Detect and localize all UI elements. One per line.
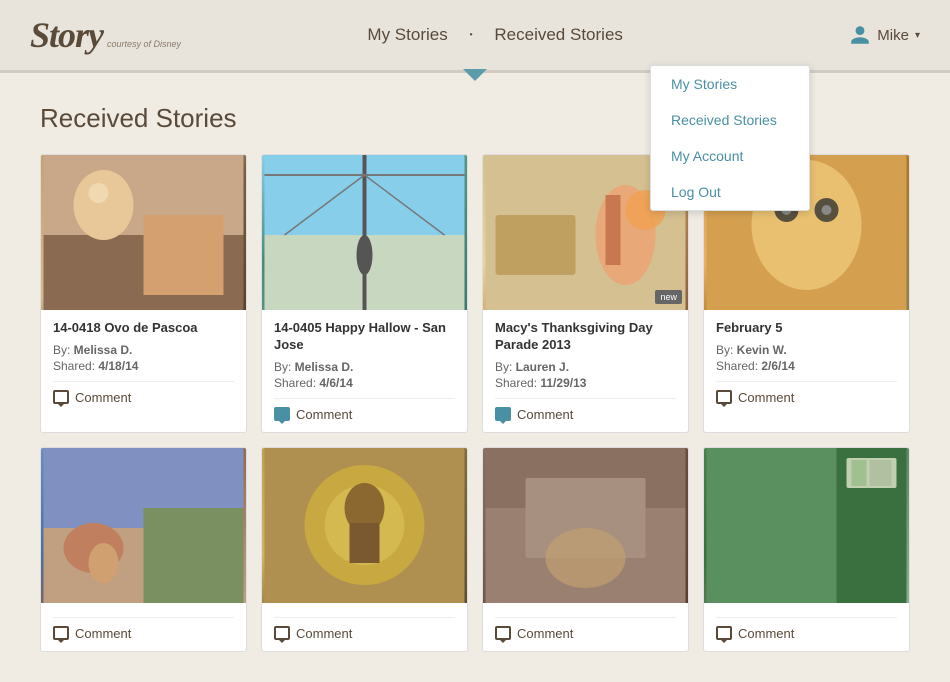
comment-icon xyxy=(274,626,290,640)
story-title: 14-0418 Ovo de Pascoa xyxy=(53,320,234,337)
user-icon xyxy=(849,24,871,46)
comment-icon xyxy=(53,626,69,640)
comment-button[interactable]: Comment xyxy=(716,617,897,641)
comment-button[interactable]: Comment xyxy=(274,617,455,641)
comment-label: Comment xyxy=(75,626,131,641)
user-dropdown-menu: My Stories Received Stories My Account L… xyxy=(650,65,810,211)
story-image-5 xyxy=(41,448,246,603)
dropdown-received-stories[interactable]: Received Stories xyxy=(651,102,809,138)
comment-button[interactable]: Comment xyxy=(495,617,676,641)
story-info-2: 14-0405 Happy Hallow - San Jose By: Melis… xyxy=(262,310,467,432)
nav-my-stories[interactable]: My Stories xyxy=(367,25,447,45)
comment-button[interactable]: Comment xyxy=(274,398,455,422)
story-info-4: February 5 By: Kevin W. Shared: 2/6/14 Comm… xyxy=(704,310,909,415)
story-image-1 xyxy=(41,155,246,310)
comment-label: Comment xyxy=(517,626,573,641)
story-image-8 xyxy=(704,448,909,603)
comment-button[interactable]: Comment xyxy=(53,381,234,405)
story-author: By: Melissa D. xyxy=(53,343,234,357)
story-shared-date: Shared: 2/6/14 xyxy=(716,359,897,373)
user-menu-button[interactable]: Mike ▾ xyxy=(849,24,920,46)
story-image-7 xyxy=(483,448,688,603)
comment-button[interactable]: Comment xyxy=(716,381,897,405)
logo-story-text: Story xyxy=(30,14,103,56)
story-card[interactable]: Comment xyxy=(40,447,247,652)
story-card[interactable]: Comment xyxy=(703,447,910,652)
nav-separator: · xyxy=(468,24,475,47)
comment-icon xyxy=(495,626,511,640)
comment-label: Comment xyxy=(75,390,131,405)
nav-received-stories[interactable]: Received Stories xyxy=(494,25,623,45)
story-title: Macy's Thanksgiving Day Parade 2013 xyxy=(495,320,676,354)
comment-button[interactable]: Comment xyxy=(53,617,234,641)
comment-button[interactable]: Comment xyxy=(495,398,676,422)
story-card[interactable]: Comment xyxy=(261,447,468,652)
dropdown-my-account[interactable]: My Account xyxy=(651,138,809,174)
story-info-6: Comment xyxy=(262,603,467,651)
dropdown-log-out[interactable]: Log Out xyxy=(651,174,809,210)
story-grid: 14-0418 Ovo de Pascoa By: Melissa D. Share… xyxy=(40,154,910,652)
new-badge: new xyxy=(655,290,682,304)
story-image-2 xyxy=(262,155,467,310)
story-title: 14-0405 Happy Hallow - San Jose xyxy=(274,320,455,354)
story-card[interactable]: Comment xyxy=(482,447,689,652)
story-shared-date: Shared: 4/18/14 xyxy=(53,359,234,373)
story-author: By: Melissa D. xyxy=(274,360,455,374)
comment-label: Comment xyxy=(296,626,352,641)
comment-label: Comment xyxy=(517,407,573,422)
comment-icon xyxy=(716,626,732,640)
chevron-down-icon: ▾ xyxy=(915,30,920,41)
comment-icon xyxy=(53,390,69,404)
story-shared-date: Shared: 4/6/14 xyxy=(274,376,455,390)
user-name: Mike xyxy=(877,27,909,44)
comment-label: Comment xyxy=(738,390,794,405)
story-info-7: Comment xyxy=(483,603,688,651)
comment-label: Comment xyxy=(296,407,352,422)
story-author: By: Lauren J. xyxy=(495,360,676,374)
story-info-5: Comment xyxy=(41,603,246,651)
nav-links: My Stories · Received Stories xyxy=(141,24,849,47)
story-author: By: Kevin W. xyxy=(716,343,897,357)
story-title: February 5 xyxy=(716,320,897,337)
dropdown-my-stories[interactable]: My Stories xyxy=(651,66,809,102)
story-info-3: Macy's Thanksgiving Day Parade 2013 By: L… xyxy=(483,310,688,432)
header: Story courtesy of Disney My Stories · Re… xyxy=(0,0,950,70)
story-info-8: Comment xyxy=(704,603,909,651)
comment-icon xyxy=(716,390,732,404)
story-card[interactable]: 14-0405 Happy Hallow - San Jose By: Melis… xyxy=(261,154,468,433)
story-shared-date: Shared: 11/29/13 xyxy=(495,376,676,390)
comment-icon xyxy=(274,407,290,421)
comment-icon xyxy=(495,407,511,421)
story-image-6 xyxy=(262,448,467,603)
header-notch xyxy=(463,69,487,81)
story-info-1: 14-0418 Ovo de Pascoa By: Melissa D. Share… xyxy=(41,310,246,415)
story-card[interactable]: 14-0418 Ovo de Pascoa By: Melissa D. Share… xyxy=(40,154,247,433)
comment-label: Comment xyxy=(738,626,794,641)
